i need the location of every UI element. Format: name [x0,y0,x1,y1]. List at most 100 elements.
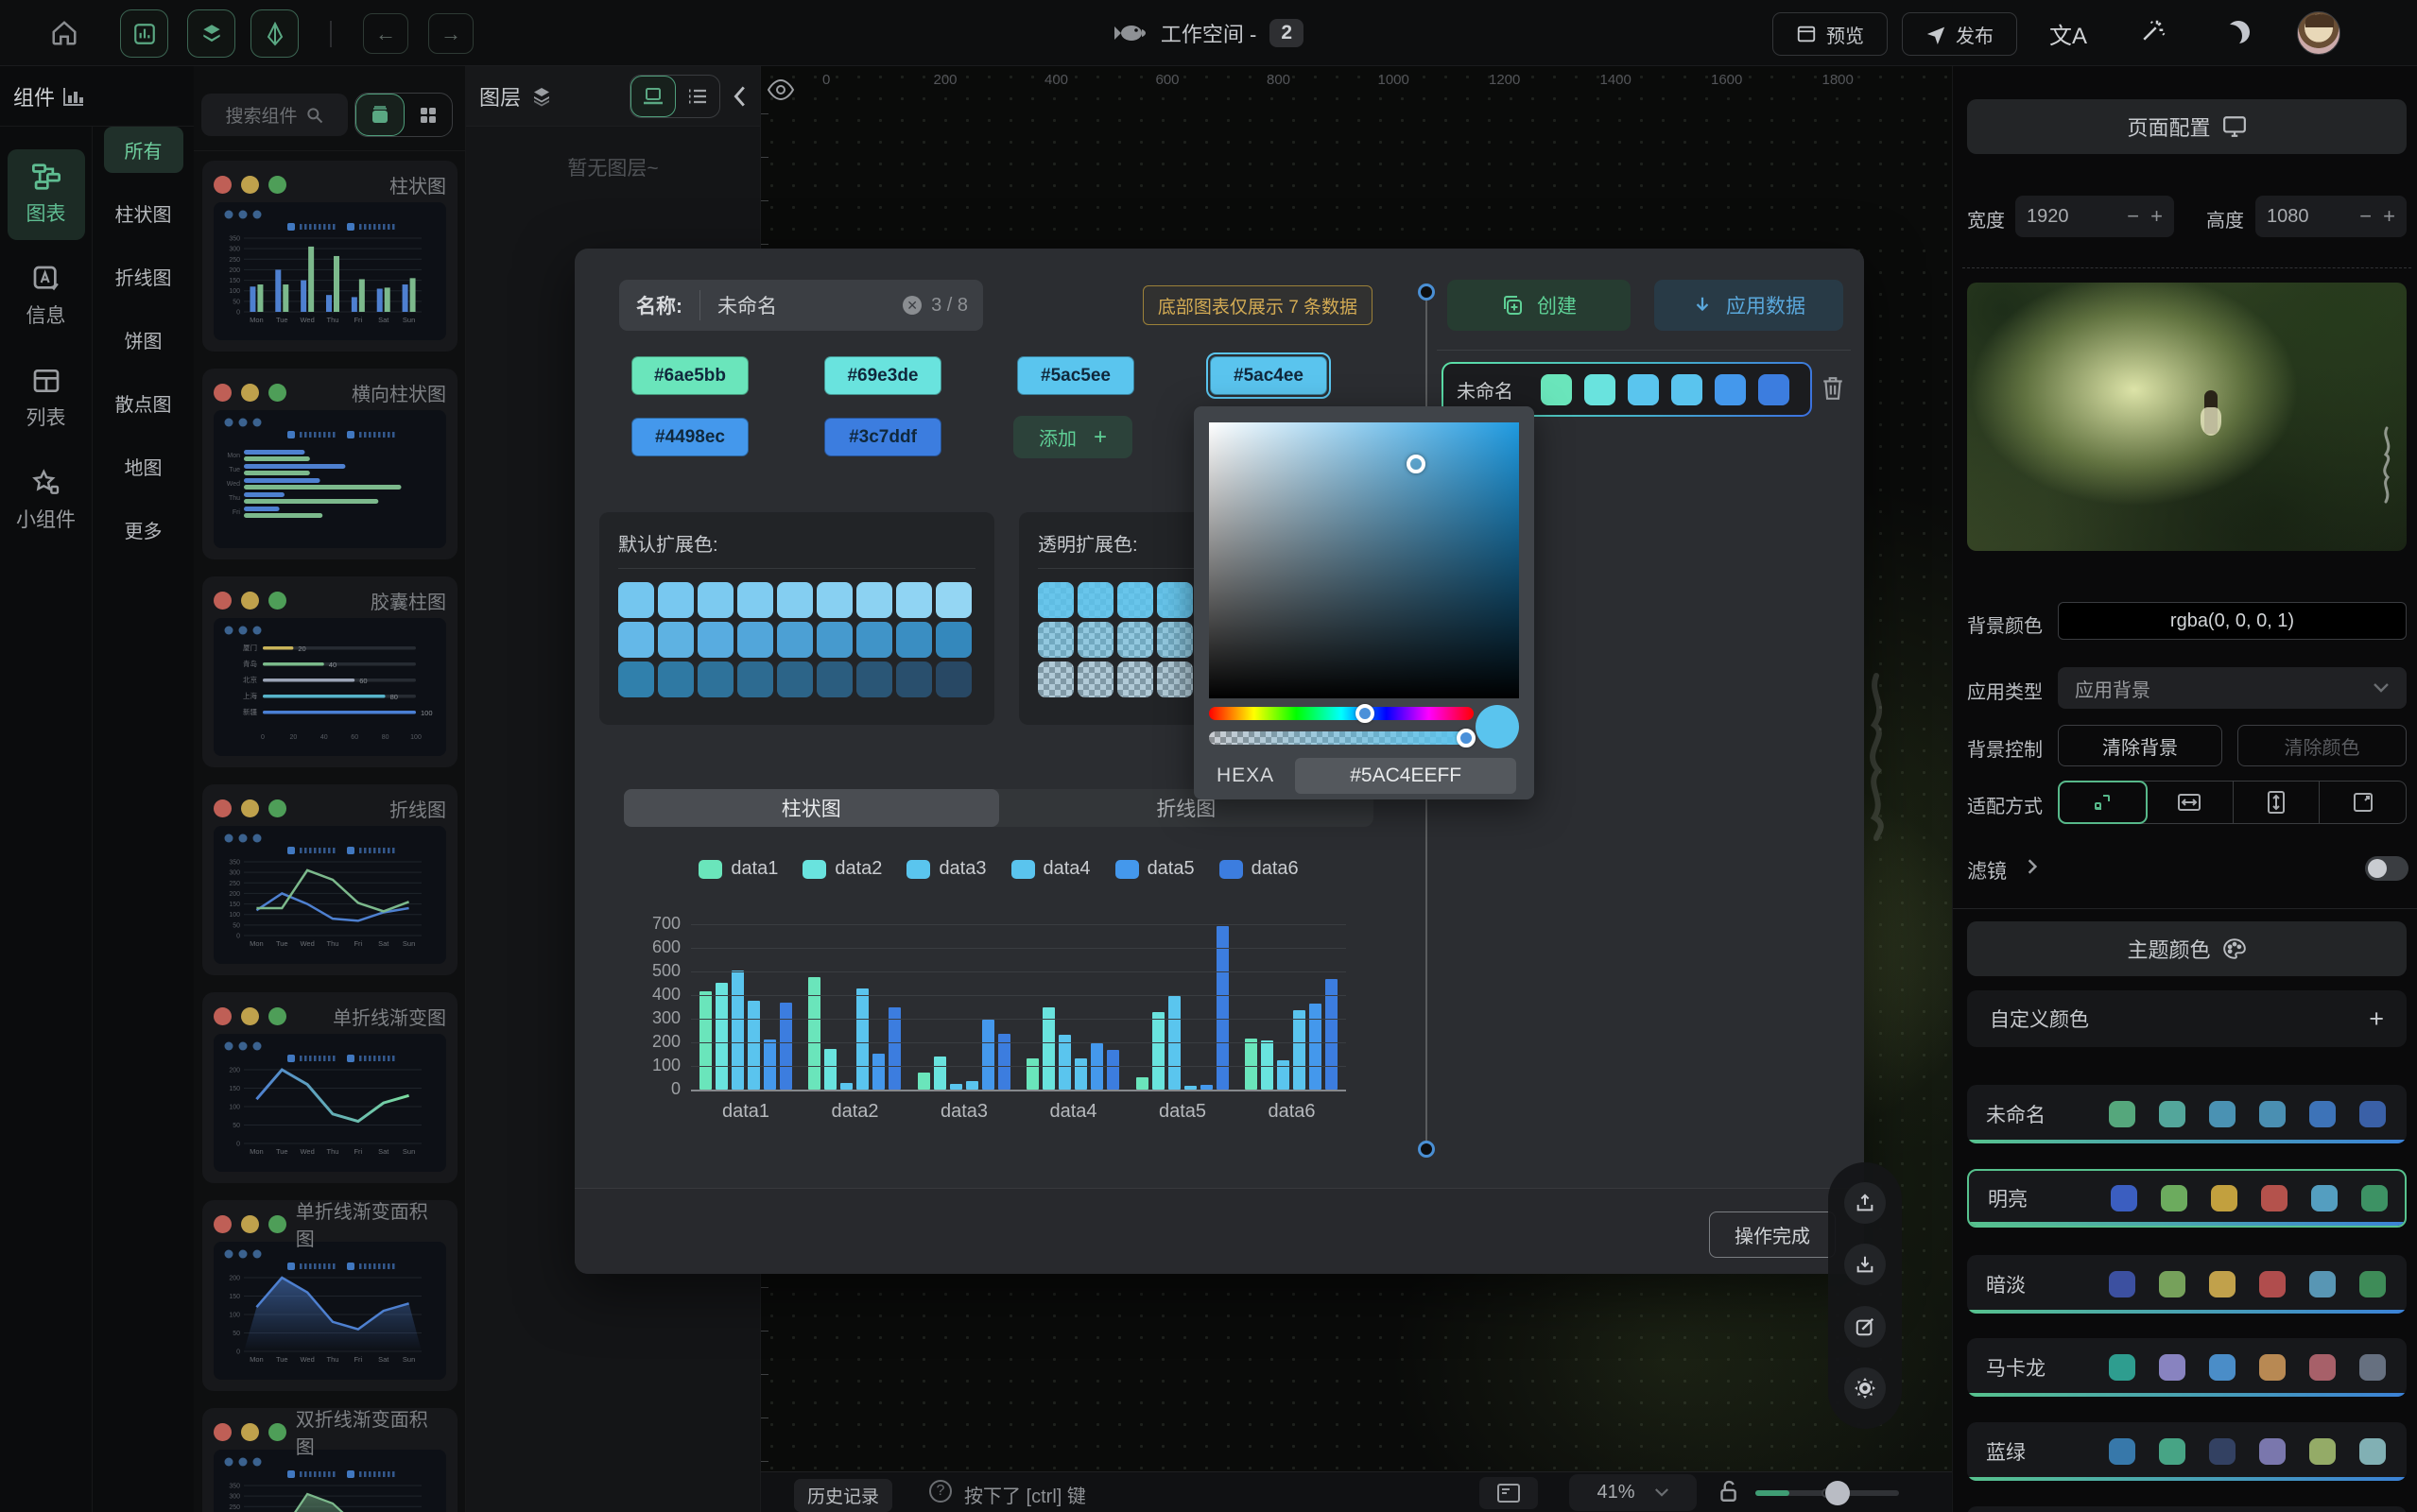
theme-row-马卡龙[interactable]: 马卡龙 [1967,1338,2407,1397]
sidebar-item-widgets[interactable]: 小组件 [8,455,85,546]
operation-done-button[interactable]: 操作完成 [1709,1211,1836,1258]
eye-icon[interactable] [767,79,795,100]
zoom-level-select[interactable]: 41% [1569,1474,1697,1511]
clear-background-button[interactable]: 清除背景 [2058,725,2222,766]
history-button[interactable]: 历史记录 [794,1479,892,1512]
minus-icon[interactable]: − [2127,204,2139,229]
ext-color-swatch[interactable] [817,582,853,618]
legend-item-data4[interactable]: data4 [1011,858,1091,880]
sidebar-item-charts[interactable]: 图表 [8,149,85,240]
plus-icon[interactable]: + [2383,204,2395,229]
ext-color-swatch[interactable] [856,582,892,618]
chevron-right-icon[interactable] [2027,858,2038,875]
name-field[interactable]: 名称: 未命名 ✕ 3 / 8 [619,280,983,331]
ext-color-swatch[interactable] [936,582,972,618]
color-chip-#6ae5bb[interactable]: #6ae5bb [628,352,752,399]
ext-color-swatch[interactable] [618,662,654,697]
help-icon[interactable]: ? [929,1480,952,1503]
fit-scale-button[interactable] [2058,781,2148,824]
transparent-color-swatch[interactable] [1157,662,1193,697]
sidebar-item-info[interactable]: 信息 [8,251,85,342]
transparent-color-swatch[interactable] [1038,582,1074,618]
height-stepper[interactable]: 1080 −+ [2255,196,2407,237]
ext-color-swatch[interactable] [936,662,972,697]
legend-item-data5[interactable]: data5 [1115,858,1195,880]
canvas-view-segment[interactable] [630,76,676,117]
transparent-color-swatch[interactable] [1038,662,1074,697]
transparent-color-swatch[interactable] [1117,622,1153,658]
component-card-折线图[interactable]: 折线图050100150200250300350MonTueWedThuFriS… [202,784,458,975]
dark-mode-moon-icon[interactable] [2227,21,2250,43]
component-card-胶囊柱图[interactable]: 胶囊柱图厦门20青岛40北京60上海80新疆100020406080100 [202,576,458,767]
collapse-chevron-icon[interactable] [732,85,747,108]
fit-height-button[interactable] [2234,782,2321,823]
legend-item-data2[interactable]: data2 [803,858,882,880]
fit-width-button[interactable] [2147,782,2234,823]
hex-input[interactable]: #5AC4EEFF [1295,758,1516,794]
ext-color-swatch[interactable] [658,582,694,618]
avatar[interactable] [2297,11,2340,55]
theme-row-暗淡[interactable]: 暗淡 [1967,1255,2407,1314]
saturation-value-area[interactable] [1209,422,1519,698]
search-input[interactable]: 搜索组件 [201,94,348,136]
category-item-折线图[interactable]: 折线图 [104,253,183,300]
clear-name-icon[interactable]: ✕ [903,296,922,315]
legend-item-data6[interactable]: data6 [1219,858,1299,880]
background-image-preview[interactable] [1967,283,2407,551]
hue-handle[interactable] [1355,704,1374,723]
zoom-slider[interactable] [1755,1490,1899,1496]
ext-color-swatch[interactable] [777,582,813,618]
component-card-单折线渐变图[interactable]: 单折线渐变图050100150200MonTueWedThuFriSatSun [202,992,458,1183]
hue-slider[interactable] [1209,707,1474,720]
preview-button[interactable]: 预览 [1772,12,1888,56]
apply-data-button[interactable]: 应用数据 [1654,280,1843,331]
publish-button[interactable]: 发布 [1902,12,2017,56]
fit-stretch-button[interactable] [2320,782,2406,823]
transparent-color-swatch[interactable] [1117,582,1153,618]
transparent-color-swatch[interactable] [1157,582,1193,618]
color-chip-#69e3de[interactable]: #69e3de [820,352,945,399]
ext-color-swatch[interactable] [737,622,773,658]
legend-item-data3[interactable]: data3 [906,858,986,880]
minimap-button[interactable] [1479,1477,1538,1509]
list-segment[interactable] [676,76,719,117]
magic-wand-icon[interactable] [2138,17,2167,45]
custom-colors-row[interactable]: 自定义颜色 + [1967,990,2407,1047]
transparent-color-swatch[interactable] [1078,622,1114,658]
ext-color-swatch[interactable] [698,622,734,658]
alpha-handle[interactable] [1457,729,1476,747]
color-chip-#5ac4ee[interactable]: #5ac4ee [1206,352,1331,399]
ext-color-swatch[interactable] [817,622,853,658]
ext-color-swatch[interactable] [737,582,773,618]
component-card-柱状图[interactable]: 柱状图050100150200250300350MonTueWedThuFriS… [202,161,458,352]
unlock-icon[interactable] [1716,1477,1740,1505]
ext-color-swatch[interactable] [698,662,734,697]
category-item-地图[interactable]: 地图 [104,443,183,490]
ext-color-swatch[interactable] [658,662,694,697]
ext-color-swatch[interactable] [896,582,932,618]
grid-view-segment[interactable] [405,94,452,136]
ext-color-swatch[interactable] [896,662,932,697]
tab-柱状图[interactable]: 柱状图 [624,789,999,827]
sv-handle[interactable] [1407,455,1425,473]
category-item-散点图[interactable]: 散点图 [104,380,183,426]
category-item-所有[interactable]: 所有 [104,127,183,173]
download-button[interactable] [1844,1244,1886,1285]
settings-gear-button[interactable] [1844,1367,1886,1409]
color-chip-#3c7ddf[interactable]: #3c7ddf [820,414,945,460]
category-item-更多[interactable]: 更多 [104,507,183,553]
ext-color-swatch[interactable] [698,582,734,618]
filter-toggle[interactable] [2365,856,2408,881]
translate-icon[interactable]: 文A [2049,17,2087,50]
edit-button[interactable] [1844,1306,1886,1348]
transparent-color-swatch[interactable] [1078,662,1114,697]
zoom-slider-handle[interactable] [1825,1481,1850,1505]
upload-button[interactable] [1844,1182,1886,1224]
ext-color-swatch[interactable] [896,622,932,658]
trash-icon[interactable] [1821,374,1845,403]
sidebar-item-list[interactable]: 列表 [8,353,85,444]
color-chip-#4498ec[interactable]: #4498ec [628,414,752,460]
selection-handle-bottom[interactable] [1418,1141,1435,1158]
ext-color-swatch[interactable] [856,662,892,697]
ext-color-swatch[interactable] [856,622,892,658]
